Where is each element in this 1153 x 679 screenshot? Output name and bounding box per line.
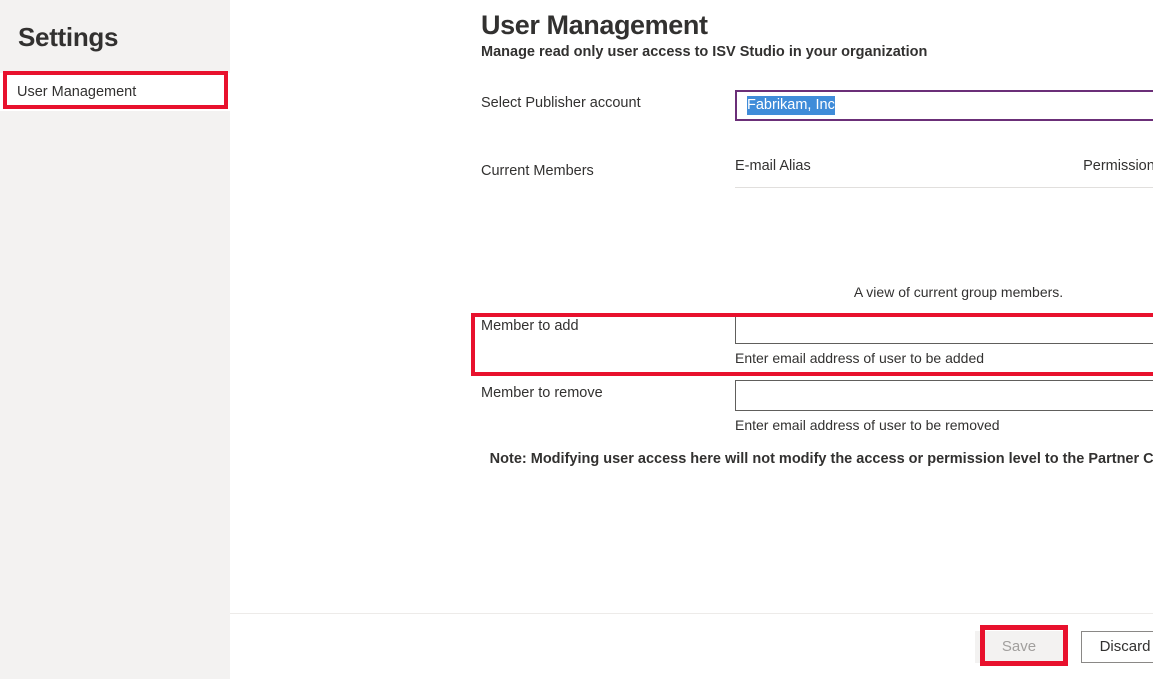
current-members-label: Current Members [481,163,594,179]
member-to-add-input[interactable] [735,312,1153,344]
save-button[interactable]: Save [975,630,1063,663]
column-header-email-alias: E-mail Alias [735,158,816,188]
main-panel: User Management Manage read only user ac… [230,0,1153,679]
publisher-control: Fabrikam, Inc [735,90,1153,121]
member-to-remove-input[interactable] [735,379,1153,411]
table-header-row: E-mail Alias Permissions [735,158,1153,188]
publisher-selected-value: Fabrikam, Inc [747,96,835,115]
publisher-dropdown[interactable]: Fabrikam, Inc [735,90,1153,121]
dialog-content: User Management Manage read only user ac… [230,0,1153,613]
members-table: E-mail Alias Permissions [735,158,1153,276]
sidebar-nav: User Management [0,73,230,111]
page-subtitle: Manage read only user access to ISV Stud… [481,44,928,60]
member-to-add-label: Member to add [481,317,579,334]
member-to-add-row: Member to add Enter email address of use… [230,312,1153,366]
publisher-label: Select Publisher account [481,95,641,111]
table-empty-cell [735,188,815,276]
sidebar-item-label: User Management [17,84,137,100]
publisher-row: Select Publisher account Fabrikam, Inc [230,90,1153,121]
member-to-add-helper: Enter email address of user to be added [735,349,985,366]
members-table-caption: A view of current group members. [853,283,1064,300]
current-members-row: Current Members E-mail Alias Permissions [230,158,1153,300]
member-to-remove-row: Member to remove Enter email address of … [230,379,1153,433]
current-members-control: E-mail Alias Permissions A view of curre… [735,158,1153,300]
member-to-remove-label: Member to remove [481,384,603,401]
column-header-permissions: Permissions [815,158,1153,188]
sidebar-title: Settings [18,22,119,52]
members-table-body [735,188,1153,276]
page-title: User Management [481,10,708,40]
sidebar-item-user-management[interactable]: User Management [0,73,230,111]
form-note: Note: Modifying user access here will no… [489,450,1153,467]
sidebar: Settings User Management [0,0,230,679]
table-empty-cell [815,188,1153,276]
table-empty-row [735,188,1153,276]
member-to-remove-helper: Enter email address of user to be remove… [735,416,1000,433]
dialog-footer: Save Discard [230,613,1153,679]
member-to-add-control: Enter email address of user to be added [735,312,1153,366]
settings-dialog: Settings User Management User Management… [0,0,1153,679]
member-to-remove-control: Enter email address of user to be remove… [735,379,1153,433]
discard-button[interactable]: Discard [1081,630,1153,663]
